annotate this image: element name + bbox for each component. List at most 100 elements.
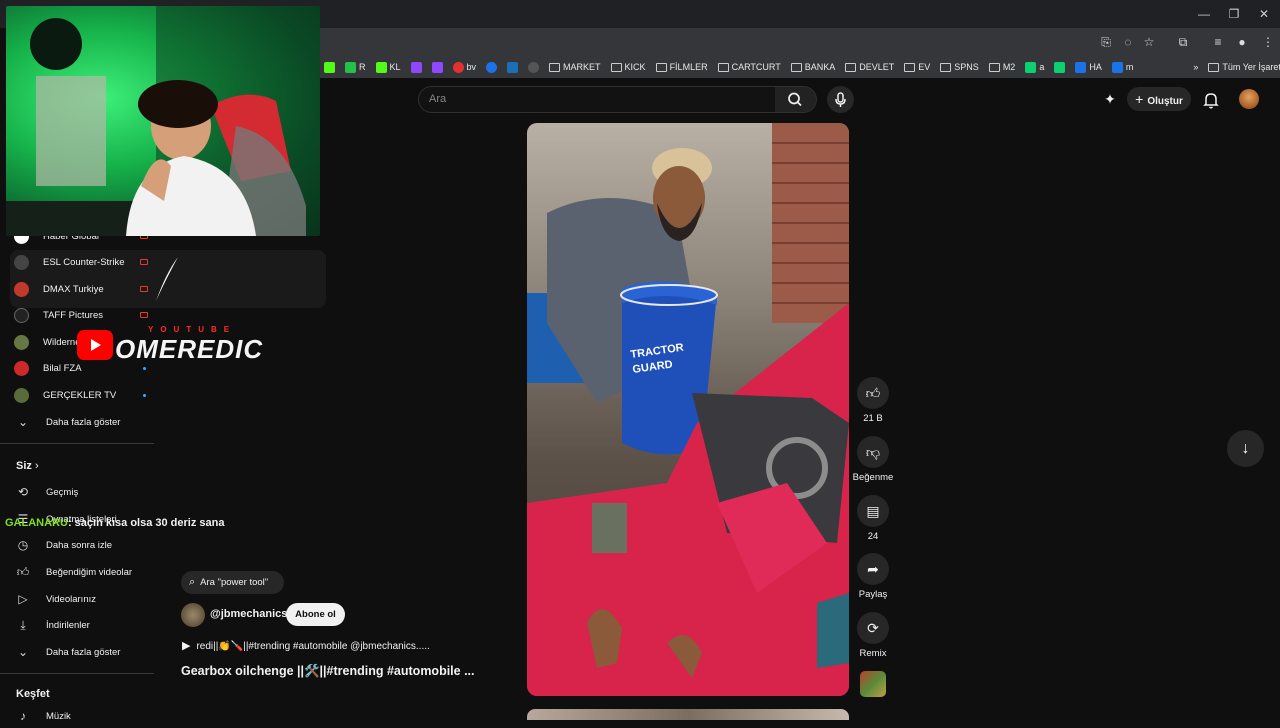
like-count: 21 B: [863, 413, 883, 424]
close-icon[interactable]: ✕: [1254, 6, 1274, 22]
dislike-button[interactable]: 👎︎: [857, 436, 889, 468]
short-video-player[interactable]: TRACTOR GUARD: [527, 123, 849, 696]
related-search-chip[interactable]: ⌕ Ara "power tool": [181, 571, 284, 594]
bookmark-folder[interactable]: M2: [988, 62, 1016, 72]
next-short-button[interactable]: ↓: [1227, 430, 1264, 467]
short-title[interactable]: Gearbox oilchenge ||🛠️||#trending #autom…: [181, 664, 475, 679]
bookmark-item[interactable]: R: [345, 61, 366, 73]
account-avatar[interactable]: [1239, 89, 1259, 109]
bookmark-item[interactable]: bv: [452, 61, 476, 73]
bookmark-item[interactable]: m: [1111, 61, 1134, 73]
bookmark-star-icon[interactable]: ☆: [1141, 34, 1157, 50]
chevron-right-icon: ›: [34, 460, 39, 472]
bookmark-folder[interactable]: FİLMLER: [655, 62, 708, 72]
app-icon: [1075, 61, 1087, 73]
thumbs-up-icon: 👍︎: [16, 564, 30, 579]
sidebar-item-liked-videos[interactable]: 👍︎ Beğendiğim videolar: [14, 560, 154, 584]
sidebar-subscription[interactable]: TAFF Pictures: [14, 303, 154, 327]
bookmark-label: m: [1125, 62, 1134, 72]
comment-count: 24: [867, 531, 879, 542]
search-input[interactable]: Ara: [418, 86, 776, 113]
sidebar-item-downloads[interactable]: ⤓ İndirilenler: [14, 613, 154, 637]
sidebar-you-heading[interactable]: Siz ›: [16, 460, 39, 472]
sidebar-subscription[interactable]: GERÇEKLER TV: [14, 383, 154, 407]
extensions-icon[interactable]: ⧉: [1175, 34, 1191, 50]
kick-icon: [324, 61, 335, 73]
web-icon: [528, 61, 540, 73]
thumbs-up-icon: 👍︎: [865, 385, 881, 401]
dislike-label: Beğenme: [852, 472, 894, 483]
sidebar-subscription[interactable]: DMAX Turkiye: [14, 277, 154, 301]
profile-icon[interactable]: ●: [1234, 34, 1250, 50]
sidebar-item-watch-later[interactable]: ◷ Daha sonra izle: [14, 533, 154, 557]
bookmarks-overflow-icon[interactable]: »: [1193, 62, 1198, 72]
bookmark-item[interactable]: KL: [375, 61, 401, 73]
media-control-icon[interactable]: ≡: [1210, 34, 1226, 50]
like-button[interactable]: 👍︎: [857, 377, 889, 409]
folder-icon: [655, 62, 667, 72]
bookmark-label: R: [359, 62, 366, 72]
subscribe-button[interactable]: Abone ol: [286, 603, 345, 626]
notifications-button[interactable]: [1201, 90, 1221, 110]
voice-search-button[interactable]: [827, 86, 854, 113]
remix-icon: ⟳: [867, 620, 879, 636]
overlay-brand-small: YOUTUBE: [148, 325, 237, 334]
sidebar-item-label: Beğendiğim videolar: [46, 566, 133, 578]
restore-icon[interactable]: ❐: [1224, 6, 1244, 22]
bookmark-folder[interactable]: DEVLET: [845, 62, 894, 72]
create-button[interactable]: + Oluştur: [1127, 87, 1191, 111]
menu-kebab-icon[interactable]: ⋮: [1260, 34, 1276, 50]
next-short-preview[interactable]: [527, 709, 849, 720]
all-bookmarks-folder[interactable]: Tüm Yer İşaretleri: [1208, 62, 1280, 72]
install-app-icon[interactable]: ⎘: [1098, 34, 1114, 50]
channel-handle[interactable]: @jbmechanics: [210, 608, 287, 620]
sound-line[interactable]: ▶ redi||👏🪛||#trending #automobile @jbmech…: [182, 639, 430, 652]
download-icon: ⤓: [20, 617, 26, 632]
bookmark-folder[interactable]: CARTCURT: [717, 62, 781, 72]
folder-label: M2: [1002, 62, 1016, 72]
sidebar-divider: [0, 443, 154, 444]
address-bar[interactable]: [320, 28, 1280, 56]
bookmark-folder[interactable]: EV: [904, 62, 930, 72]
bookmark-item[interactable]: [324, 61, 335, 73]
bookmark-item[interactable]: [1054, 61, 1066, 73]
bookmark-folder[interactable]: BANKA: [790, 62, 835, 72]
bookmark-folder[interactable]: SPNS: [940, 62, 979, 72]
sidebar-show-more[interactable]: ⌄ Daha fazla göster: [14, 640, 154, 664]
create-label: Oluştur: [1147, 96, 1183, 107]
show-more-label: Daha fazla göster: [46, 416, 121, 428]
play-triangle-icon: [91, 339, 101, 351]
sidebar-subscription[interactable]: ESL Counter-Strike: [14, 250, 154, 274]
folder-label: MARKET: [563, 62, 601, 72]
minimize-icon[interactable]: —: [1194, 6, 1214, 22]
sound-thumbnail[interactable]: [860, 671, 886, 697]
bookmark-folder[interactable]: MARKET: [549, 62, 601, 72]
bookmark-item[interactable]: a: [1025, 61, 1044, 73]
bookmark-item[interactable]: [528, 61, 540, 73]
folder-icon: [940, 62, 952, 72]
bookmark-item[interactable]: HA: [1075, 61, 1102, 73]
sidebar-item-your-videos[interactable]: ▷ Videolarınız: [14, 587, 154, 611]
share-button[interactable]: ➦: [857, 553, 889, 585]
comments-button[interactable]: ▤: [857, 495, 889, 527]
bookmark-item[interactable]: [507, 61, 519, 73]
folder-label: Tüm Yer İşaretleri: [1222, 62, 1280, 72]
sidebar-show-more[interactable]: ⌄ Daha fazla göster: [14, 410, 154, 434]
chevron-down-icon: ⌄: [17, 415, 29, 429]
sidebar-item-music[interactable]: ♪ Müzik: [14, 704, 154, 728]
steam-icon: [507, 61, 519, 73]
folder-icon: [717, 62, 729, 72]
bookmark-item[interactable]: [410, 61, 422, 73]
search-icon: [788, 92, 802, 107]
remix-button[interactable]: ⟳: [857, 612, 889, 644]
streamer-webcam: [6, 6, 320, 236]
bookmark-folder[interactable]: KICK: [610, 62, 646, 72]
ai-sparkle-icon[interactable]: ✦: [1101, 91, 1119, 109]
bookmark-item[interactable]: [431, 61, 443, 73]
search-button[interactable]: [775, 86, 817, 113]
channel-avatar[interactable]: [181, 603, 205, 627]
hide-icon[interactable]: ◌: [1120, 34, 1136, 50]
folder-label: FİLMLER: [669, 62, 708, 72]
sidebar-item-history[interactable]: ⟲ Geçmiş: [14, 480, 154, 504]
bookmark-item[interactable]: [486, 61, 498, 73]
